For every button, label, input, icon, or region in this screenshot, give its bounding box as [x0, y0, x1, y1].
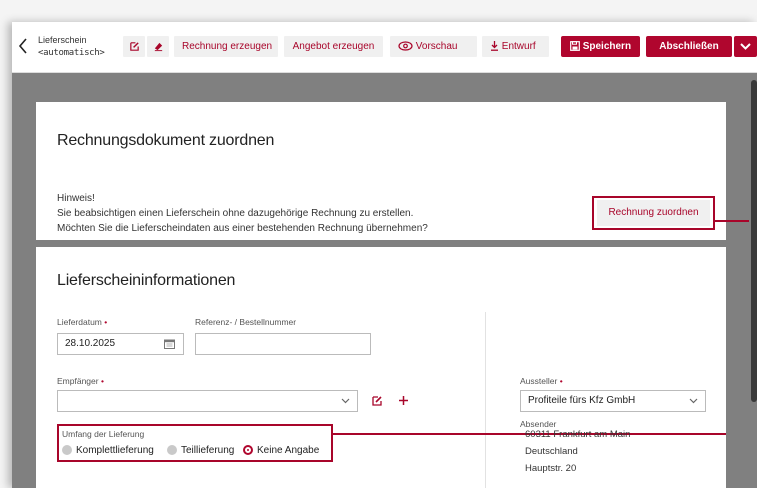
edit-icon	[129, 42, 139, 51]
reference-input[interactable]	[195, 333, 371, 355]
create-invoice-button[interactable]: Rechnung erzeugen	[174, 36, 278, 57]
finish-dropdown-button[interactable]	[734, 36, 757, 57]
delivery-info-card: Lieferscheininformationen Lieferdatum • …	[36, 247, 726, 488]
dimmed-content-area: Rechnungsdokument zuordnen Hinweis! Sie …	[12, 73, 757, 488]
highlight-frame	[592, 196, 715, 230]
document-type-label: Lieferschein	[38, 35, 87, 45]
recipient-select[interactable]	[57, 390, 358, 412]
add-recipient-icon[interactable]	[398, 395, 409, 406]
scrollbar-thumb[interactable]	[751, 80, 757, 402]
document-number-label: <automatisch>	[38, 48, 105, 58]
save-icon	[570, 41, 580, 52]
sender-label: Absender	[520, 419, 557, 429]
hint-line-2: Möchten Sie die Lieferscheindaten aus ei…	[57, 223, 428, 234]
delivery-date-label: Lieferdatum •	[57, 317, 108, 327]
back-chevron-icon[interactable]	[17, 36, 29, 56]
save-label: Speichern	[582, 41, 632, 52]
app-window: Lieferschein <automatisch> Rechnung erze…	[12, 22, 757, 488]
assign-invoice-title: Rechnungsdokument zuordnen	[57, 132, 275, 149]
assign-invoice-card: Rechnungsdokument zuordnen Hinweis! Sie …	[36, 102, 726, 240]
reference-label: Referenz- / Bestellnummer	[195, 317, 297, 327]
delivery-date-value: 28.10.2025	[65, 338, 116, 349]
save-button[interactable]: Speichern	[561, 36, 640, 57]
chevron-down-icon	[689, 398, 698, 404]
column-divider	[485, 312, 486, 488]
sender-line-1: 60311 Frankfurt am Main	[525, 429, 631, 440]
issuer-select[interactable]: Profiteile fürs Kfz GmbH	[520, 390, 706, 412]
eye-icon	[398, 41, 413, 51]
sender-line-2: Deutschland	[525, 446, 578, 457]
edit-recipient-icon[interactable]	[371, 395, 383, 407]
create-offer-button[interactable]: Angebot erzeugen	[284, 36, 383, 57]
delivery-date-field[interactable]: 28.10.2025	[57, 333, 184, 355]
recipient-label: Empfänger •	[57, 376, 104, 386]
edit-button[interactable]	[123, 36, 145, 57]
sender-line-3: Hauptstr. 20	[525, 463, 577, 474]
chevron-down-icon	[341, 398, 350, 404]
hint-title: Hinweis!	[57, 193, 95, 204]
chevron-down-icon	[740, 43, 751, 50]
delivery-info-title: Lieferscheininformationen	[57, 272, 236, 289]
toolbar: Lieferschein <automatisch> Rechnung erze…	[12, 22, 757, 73]
finish-button[interactable]: Abschließen	[646, 36, 732, 57]
hint-line-1: Sie beabsichtigen einen Lieferschein ohn…	[57, 208, 414, 219]
issuer-label: Aussteller •	[520, 376, 563, 386]
calendar-icon[interactable]	[164, 339, 175, 349]
preview-button[interactable]: Vorschau	[390, 36, 477, 57]
draft-label: Entwurf	[501, 41, 536, 52]
eraser-icon	[154, 42, 162, 51]
issuer-value: Profiteile fürs Kfz GmbH	[528, 395, 636, 406]
download-icon	[491, 41, 498, 52]
highlight-frame	[57, 424, 333, 462]
draft-button[interactable]: Entwurf	[482, 36, 549, 57]
preview-label: Vorschau	[415, 41, 458, 52]
callout-line	[713, 220, 749, 222]
eraser-button[interactable]	[147, 36, 169, 57]
